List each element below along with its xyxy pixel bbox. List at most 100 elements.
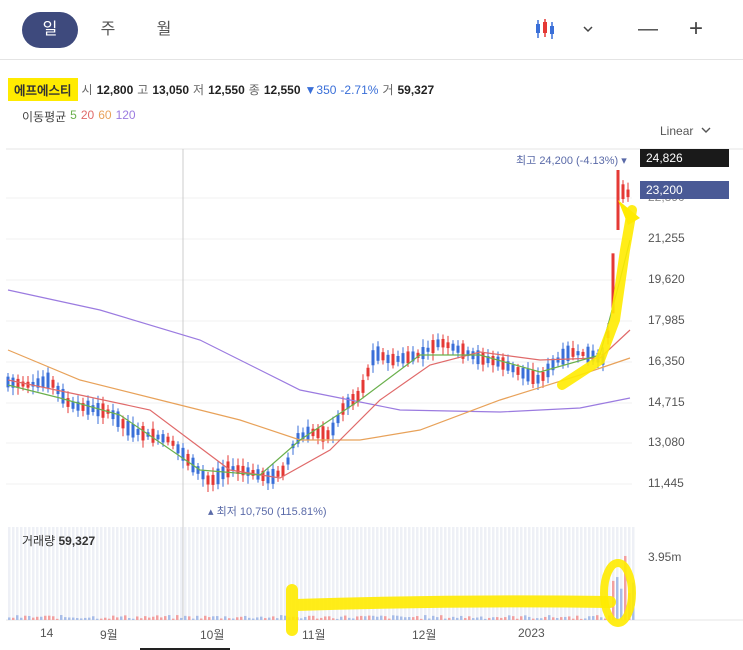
candle-body: [546, 363, 550, 378]
candle-body: [181, 447, 185, 461]
volume-bg-bar: [376, 527, 379, 620]
volume-bar: [196, 615, 199, 620]
scale-label: Linear: [660, 124, 694, 138]
volume-bar: [140, 618, 143, 620]
volume-bg-bar: [124, 527, 127, 620]
volume-bar: [444, 618, 447, 620]
volume-bg-bar: [144, 527, 147, 620]
tab-month[interactable]: 월: [136, 12, 192, 48]
volume-bar: [116, 617, 119, 620]
candle-body: [506, 361, 510, 371]
candle-body: [511, 364, 515, 373]
volume-bar: [48, 615, 51, 620]
candle-body: [176, 444, 180, 454]
low-value: 12,550: [208, 82, 245, 97]
volume-bar: [440, 615, 443, 620]
candle-body: [621, 184, 625, 200]
volume-bar: [472, 618, 475, 620]
candle-body: [316, 428, 320, 439]
volume-bg-bar: [560, 527, 563, 620]
volume-bar: [348, 617, 351, 620]
volume-bar: [244, 615, 247, 620]
volume-bg-bar: [328, 527, 331, 620]
volume-bar: [44, 615, 47, 620]
ma-5: 5: [70, 108, 77, 122]
moving-average-legend[interactable]: 이동평균 5 20 60 120: [22, 108, 136, 125]
candle-body: [496, 356, 500, 367]
volume-bar: [600, 617, 603, 620]
volume-bar: [232, 618, 235, 620]
candle-body: [611, 253, 615, 314]
candlestick-icon[interactable]: [530, 14, 560, 44]
high-value: 13,050: [152, 82, 190, 97]
volume-bg-bar: [612, 527, 615, 620]
candle-body: [476, 350, 480, 365]
volume-panel-title: 거래량: [22, 534, 56, 548]
volume-bar: [608, 615, 611, 620]
candle-body: [386, 354, 390, 364]
volume-bar: [436, 617, 439, 620]
candle-body: [106, 409, 110, 414]
volume-bar: [156, 615, 159, 620]
volume-bg-bar: [268, 527, 271, 620]
ma-60: 60: [98, 108, 112, 122]
volume-bar: [308, 615, 311, 620]
candle-body: [426, 347, 430, 352]
zoom-in-button[interactable]: +: [684, 14, 708, 44]
candle-body: [601, 353, 605, 365]
candle-body: [121, 419, 125, 429]
candle-body: [151, 428, 155, 443]
volume-bg-bar: [340, 527, 343, 620]
volume-bar: [8, 617, 11, 620]
tab-day[interactable]: 일: [22, 12, 78, 48]
candle-body: [146, 432, 150, 437]
candle-body: [156, 434, 160, 440]
volume-bar: [328, 616, 331, 620]
zoom-out-button[interactable]: —: [636, 14, 660, 44]
top-price-badge: 24,826: [640, 149, 729, 167]
candle-body: [431, 340, 435, 354]
volume-bar: [152, 616, 155, 620]
volume-bar: [344, 615, 347, 620]
volume-bg-bar: [372, 527, 375, 620]
volume-bg-bar: [280, 527, 283, 620]
volume-bar: [336, 618, 339, 620]
candle-body: [566, 345, 570, 362]
volume-bar: [624, 555, 627, 620]
scale-dropdown[interactable]: Linear: [660, 124, 711, 138]
volume-bar: [240, 616, 243, 620]
volume-bg-bar: [164, 527, 167, 620]
volume-bar: [108, 618, 111, 620]
volume-bar: [480, 616, 483, 620]
volume-bg-bar: [156, 527, 159, 620]
volume-bar: [564, 616, 567, 620]
volume-bar: [312, 615, 315, 620]
volume-bg-bar: [576, 527, 579, 620]
volume-bg-bar: [572, 527, 575, 620]
volume-label: 거: [382, 83, 394, 97]
volume-bg-bar: [504, 527, 507, 620]
volume-bar: [52, 616, 55, 620]
volume-bar: [532, 618, 535, 620]
candle-body: [626, 189, 630, 198]
low-annotation-label: 최저: [216, 506, 237, 518]
chevron-down-icon: [701, 127, 711, 133]
volume-bg-bar: [420, 527, 423, 620]
volume-bar: [264, 618, 267, 620]
volume-bg-bar: [272, 527, 275, 620]
chevron-down-icon[interactable]: [578, 14, 598, 44]
candle-body: [11, 377, 15, 388]
candle-body: [306, 426, 310, 440]
volume-bar: [256, 617, 259, 620]
candle-body: [366, 367, 370, 377]
volume-bar: [504, 617, 507, 620]
volume-bar: [36, 616, 39, 620]
volume-bar: [28, 615, 31, 620]
volume-bar: [536, 618, 539, 620]
volume-bg-bar: [556, 527, 559, 620]
tab-week[interactable]: 주: [80, 12, 136, 48]
volume-bg-bar: [288, 527, 291, 620]
volume-bar: [80, 618, 83, 620]
volume-bar: [136, 616, 139, 620]
volume-bg-bar: [516, 527, 519, 620]
